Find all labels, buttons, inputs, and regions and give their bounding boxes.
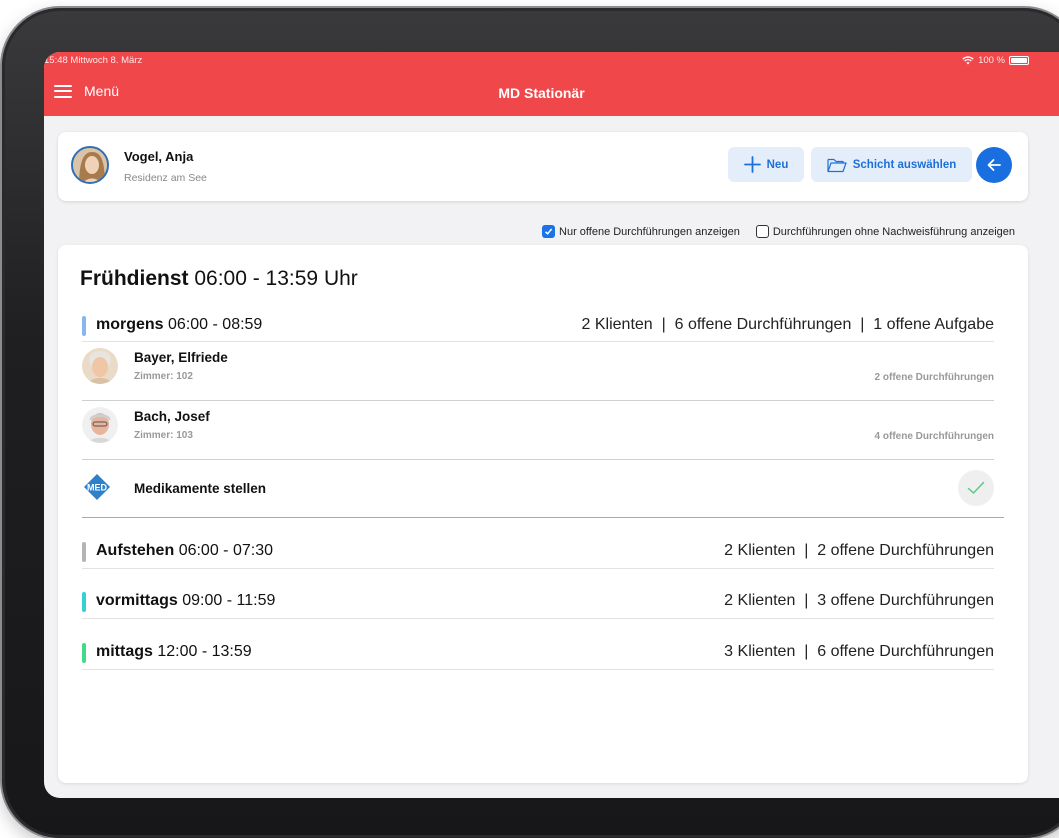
new-button-label: Neu	[766, 158, 789, 171]
filter-without-proof-label: Durchführungen ohne Nachweisführung anze…	[772, 225, 1015, 238]
section-name: vormittags	[96, 592, 178, 609]
divider	[82, 517, 1004, 518]
checkbox-unchecked-icon[interactable]	[755, 225, 769, 238]
section-name: Aufstehen	[96, 542, 175, 559]
status-indicators: 100 %	[962, 55, 1029, 66]
wifi-icon	[962, 56, 974, 65]
section-summary: 2 Klienten | 6 offene Durchführungen | 1…	[581, 316, 994, 333]
select-shift-button[interactable]: Schicht auswählen	[811, 147, 972, 182]
user-facility: Residenz am See	[124, 172, 207, 184]
med-badge-icon: MED	[84, 474, 110, 500]
filter-bar: Nur offene Durchführungen anzeigen Durch…	[542, 225, 1015, 238]
status-time-date: 15:48 Mittwoch 8. März	[44, 55, 143, 66]
section-color-bar	[82, 542, 86, 562]
section-mittags[interactable]: mittags 12:00 - 13:59 3 Klienten | 6 off…	[82, 642, 994, 666]
client-name: Bach, Josef	[134, 409, 210, 424]
folder-icon	[827, 158, 847, 172]
section-label: mittags 12:00 - 13:59	[96, 643, 252, 661]
task-label: Medikamente stellen	[134, 481, 267, 496]
client-open-count: 4 offene Durchführungen	[874, 431, 994, 442]
tablet-frame: 15:48 Mittwoch 8. März 100 % Menü MD Sta…	[2, 8, 1059, 838]
app-header: 15:48 Mittwoch 8. März 100 % Menü MD Sta…	[44, 52, 1059, 116]
new-button[interactable]: Neu	[728, 147, 804, 182]
shift-name: Frühdienst	[80, 267, 189, 290]
client-room: Zimmer: 103	[134, 430, 193, 441]
status-bar: 15:48 Mittwoch 8. März 100 %	[44, 55, 1029, 69]
section-summary: 2 Klienten | 2 offene Durchführungen	[724, 542, 994, 559]
user-card: Vogel, Anja Residenz am See Neu Schicht …	[58, 132, 1028, 201]
user-name: Vogel, Anja	[124, 149, 194, 164]
select-shift-label: Schicht auswählen	[852, 158, 957, 171]
client-avatar	[82, 407, 118, 443]
shift-title: Frühdienst 06:00 - 13:59 Uhr	[80, 267, 358, 291]
section-aufstehen[interactable]: Aufstehen 06:00 - 07:30 2 Klienten | 2 o…	[82, 541, 994, 565]
plus-icon	[743, 156, 761, 173]
section-name: morgens	[96, 316, 164, 333]
section-color-bar	[82, 592, 86, 612]
client-open-count: 2 offene Durchführungen	[874, 372, 994, 383]
divider	[82, 669, 994, 670]
arrow-left-icon	[987, 159, 1001, 171]
med-badge-text: MED	[87, 483, 108, 493]
section-label: morgens 06:00 - 08:59	[96, 316, 262, 334]
divider	[82, 618, 994, 619]
user-avatar[interactable]	[71, 146, 109, 184]
shift-card: Frühdienst 06:00 - 13:59 Uhr morgens 06:…	[58, 245, 1028, 783]
section-time: 06:00 - 07:30	[178, 542, 273, 559]
shift-time: 06:00 - 13:59 Uhr	[194, 267, 358, 290]
section-time: 09:00 - 11:59	[182, 592, 276, 609]
section-label: Aufstehen 06:00 - 07:30	[96, 542, 273, 560]
section-summary: 2 Klienten | 3 offene Durchführungen	[724, 592, 994, 609]
filter-only-open[interactable]: Nur offene Durchführungen anzeigen	[542, 225, 740, 238]
client-room: Zimmer: 102	[134, 371, 193, 382]
section-name: mittags	[96, 643, 153, 660]
divider	[82, 568, 994, 569]
back-button[interactable]	[976, 147, 1012, 183]
filter-without-proof[interactable]: Durchführungen ohne Nachweisführung anze…	[755, 225, 1015, 238]
divider	[82, 459, 994, 460]
section-morgens[interactable]: morgens 06:00 - 08:59 2 Klienten | 6 off…	[82, 315, 994, 339]
section-vormittags[interactable]: vormittags 09:00 - 11:59 2 Klienten | 3 …	[82, 591, 994, 615]
client-name: Bayer, Elfriede	[134, 350, 228, 365]
user-photo	[73, 148, 107, 182]
section-summary: 3 Klienten | 6 offene Durchführungen	[724, 643, 994, 660]
section-color-bar	[82, 643, 86, 663]
checkbox-checked-icon[interactable]	[542, 225, 556, 238]
battery-icon	[1009, 56, 1029, 65]
section-label: vormittags 09:00 - 11:59	[96, 592, 275, 610]
client-row[interactable]: Bach, Josef Zimmer: 103 4 offene Durchfü…	[82, 401, 994, 449]
client-row[interactable]: Bayer, Elfriede Zimmer: 102 2 offene Dur…	[82, 342, 994, 390]
app-title: MD Stationär	[498, 85, 585, 101]
app-screen: 15:48 Mittwoch 8. März 100 % Menü MD Sta…	[44, 52, 1059, 798]
section-time: 12:00 - 13:59	[157, 643, 252, 660]
section-color-bar	[82, 316, 86, 336]
task-row[interactable]: MED Medikamente stellen	[82, 468, 994, 508]
section-time: 06:00 - 08:59	[168, 316, 263, 333]
checkmark-icon	[967, 481, 985, 494]
client-avatar	[82, 348, 118, 384]
battery-percent: 100 %	[978, 55, 1005, 66]
filter-only-open-label: Nur offene Durchführungen anzeigen	[559, 225, 740, 238]
task-done-button[interactable]	[958, 470, 994, 506]
